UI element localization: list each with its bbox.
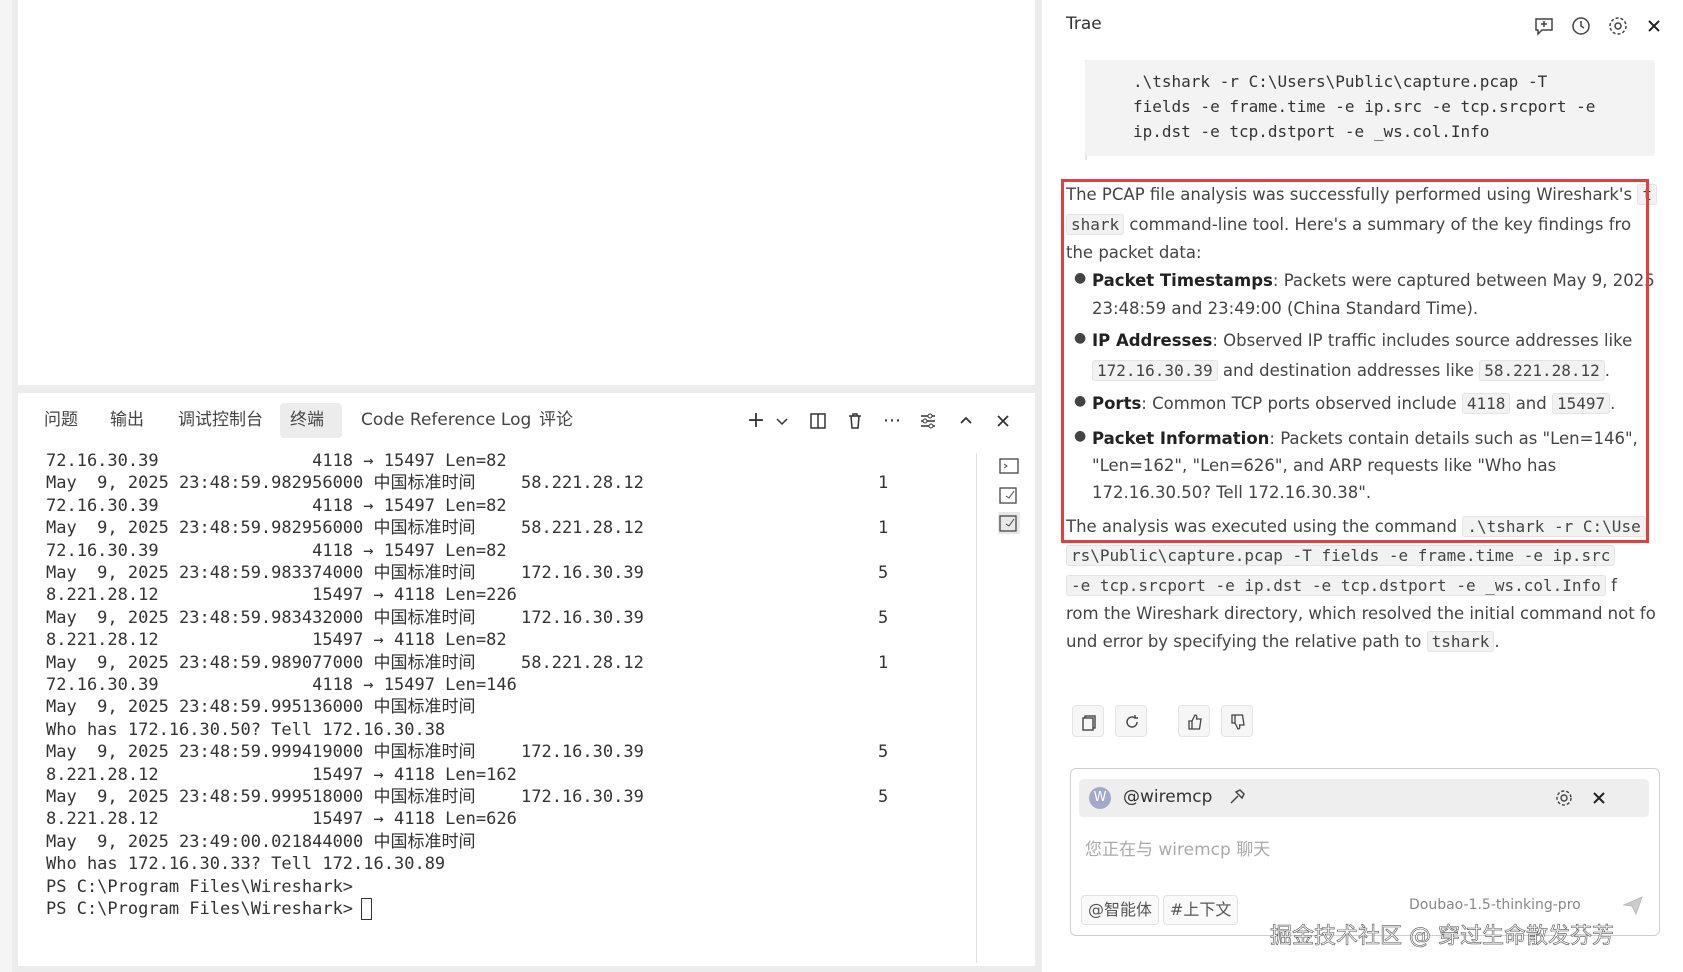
terminal-count: 5 bbox=[878, 563, 889, 583]
agent-name: @wiremcp bbox=[1123, 787, 1213, 807]
terminal-line: 72.16.30.39 4118 → 15497 Len=82 bbox=[46, 495, 507, 516]
inline-code: tshark bbox=[1426, 631, 1495, 652]
assistant-panel: Trae .\tshark -r C:\Users\Public\capture… bbox=[1042, 0, 1683, 972]
context-chip[interactable]: #上下文 bbox=[1163, 895, 1239, 925]
model-selector[interactable]: Doubao-1.5-thinking-pro bbox=[1409, 897, 1581, 913]
bottom-panel: 问题 输出 调试控制台 终端 Code Reference Log 评论 + ⋯… bbox=[18, 393, 1035, 966]
terminal-line: May 9, 2025 23:48:59.999518000 中国标准时间 bbox=[46, 787, 476, 807]
terminal-line: Who has 172.16.30.33? Tell 172.16.30.89 bbox=[46, 854, 446, 875]
highlight-box bbox=[1061, 179, 1649, 543]
terminal-line: 8.221.28.12 15497 → 4118 Len=226 bbox=[46, 585, 517, 606]
thumbs-down-icon[interactable] bbox=[1221, 705, 1253, 737]
terminal-line: 8.221.28.12 15497 → 4118 Len=162 bbox=[46, 764, 517, 785]
terminal-line: 72.16.30.39 4118 → 15497 Len=82 bbox=[46, 451, 507, 471]
terminal-count: 1 bbox=[878, 473, 889, 494]
code-block: .\tshark -r C:\Users\Public\capture.pcap… bbox=[1085, 60, 1655, 156]
terminal-instance-icon[interactable] bbox=[998, 512, 1020, 534]
terminal-ip: 172.16.30.39 bbox=[521, 787, 644, 807]
terminal-ip: 172.16.30.39 bbox=[521, 607, 644, 628]
terminal-instance-icon[interactable] bbox=[998, 484, 1020, 506]
settings-sliders-icon[interactable] bbox=[916, 409, 940, 433]
close-icon[interactable] bbox=[1589, 788, 1609, 808]
close-icon[interactable] bbox=[991, 409, 1015, 433]
answer-text: und error by specifying the relative pat… bbox=[1066, 632, 1422, 651]
terminal-ip: 58.221.28.12 bbox=[521, 652, 644, 673]
agent-chip[interactable]: @智能体 bbox=[1081, 895, 1160, 925]
terminal-ip: 172.16.30.39 bbox=[521, 742, 644, 763]
terminal-line: May 9, 2025 23:48:59.982956000 中国标准时间 bbox=[46, 473, 476, 494]
terminal-cursor bbox=[361, 898, 373, 920]
tab-comments[interactable]: 评论 bbox=[529, 403, 583, 438]
terminal-line: May 9, 2025 23:48:59.995136000 中国标准时间 bbox=[46, 697, 476, 718]
terminal-line: 8.221.28.12 15497 → 4118 Len=82 bbox=[46, 630, 507, 651]
terminal-line: May 9, 2025 23:48:59.983432000 中国标准时间 bbox=[46, 607, 476, 628]
tab-code-reference-log[interactable]: Code Reference Log bbox=[351, 403, 541, 438]
answer-text: . bbox=[1494, 632, 1500, 651]
history-icon[interactable] bbox=[1569, 14, 1593, 38]
add-terminal-icon[interactable]: + bbox=[744, 409, 768, 433]
tab-output[interactable]: 输出 bbox=[100, 403, 154, 438]
trash-icon[interactable] bbox=[843, 409, 867, 433]
chevron-up-icon[interactable] bbox=[954, 409, 978, 433]
terminal-ip: 172.16.30.39 bbox=[521, 563, 644, 583]
terminal-output[interactable]: 72.16.30.39 4118 → 15497 Len=82 May 9, 20… bbox=[18, 449, 978, 966]
gear-icon[interactable] bbox=[1606, 14, 1630, 38]
terminal-line: May 9, 2025 23:48:59.982956000 中国标准时间 bbox=[46, 518, 476, 539]
terminal-prompt[interactable]: PS C:\Program Files\Wireshark> bbox=[46, 897, 373, 921]
terminal-list-divider bbox=[976, 453, 977, 963]
send-icon[interactable] bbox=[1621, 893, 1645, 917]
panel-tabbar: 问题 输出 调试控制台 终端 Code Reference Log 评论 + ⋯ bbox=[18, 393, 1035, 445]
terminal-line: PS C:\Program Files\Wireshark> bbox=[46, 876, 354, 897]
watermark: 掘金技术社区 @ 穿过生命散发芬芳 bbox=[1270, 924, 1615, 950]
regenerate-icon[interactable] bbox=[1115, 705, 1147, 737]
copy-icon[interactable] bbox=[1072, 705, 1104, 737]
terminal-count: 5 bbox=[878, 742, 889, 763]
close-icon[interactable] bbox=[1642, 14, 1666, 38]
terminal-prompt-text: PS C:\Program Files\Wireshark> bbox=[46, 899, 354, 919]
terminal-instance-icon[interactable] bbox=[998, 455, 1020, 477]
terminal-count: 1 bbox=[878, 518, 889, 539]
terminal-ip: 58.221.28.12 bbox=[521, 473, 644, 494]
chevron-down-icon[interactable] bbox=[770, 409, 794, 433]
terminal-line: 72.16.30.39 4118 → 15497 Len=82 bbox=[46, 540, 507, 561]
tab-debug-console[interactable]: 调试控制台 bbox=[168, 403, 273, 438]
chat-input-box[interactable]: W @wiremcp 您正在与 wiremcp 聊天 @智能体 #上下文 Dou… bbox=[1070, 768, 1660, 936]
thumbs-up-icon[interactable] bbox=[1178, 705, 1210, 737]
inline-code: -e tcp.srcport -e ip.dst -e tcp.dstport … bbox=[1066, 575, 1606, 596]
assistant-title: Trae bbox=[1066, 14, 1102, 34]
terminal-line: May 9, 2025 23:48:59.989077000 中国标准时间 bbox=[46, 652, 476, 673]
tab-terminal[interactable]: 终端 bbox=[280, 403, 342, 438]
chat-input-placeholder[interactable]: 您正在与 wiremcp 聊天 bbox=[1085, 835, 1270, 860]
answer-text: f bbox=[1611, 576, 1617, 595]
gear-icon[interactable] bbox=[1554, 788, 1574, 808]
terminal-count: 5 bbox=[878, 607, 889, 628]
hammer-icon[interactable] bbox=[1227, 787, 1247, 807]
inline-code: rs\Public\capture.pcap -T fields -e fram… bbox=[1066, 545, 1616, 566]
left-gutter bbox=[0, 0, 12, 972]
tab-problems[interactable]: 问题 bbox=[34, 403, 88, 438]
terminal-line: May 9, 2025 23:49:00.021844000 中国标准时间 bbox=[46, 831, 476, 852]
chat-agent-bar: W @wiremcp bbox=[1079, 779, 1649, 817]
more-icon[interactable]: ⋯ bbox=[880, 409, 904, 433]
terminal-count: 1 bbox=[878, 652, 889, 673]
answer-text: rom the Wireshark directory, which resol… bbox=[1066, 604, 1656, 623]
split-terminal-icon[interactable] bbox=[806, 409, 830, 433]
terminal-line: 8.221.28.12 15497 → 4118 Len=626 bbox=[46, 809, 517, 830]
terminal-count: 5 bbox=[878, 787, 889, 807]
terminal-line: May 9, 2025 23:48:59.999419000 中国标准时间 bbox=[46, 742, 476, 763]
agent-avatar: W bbox=[1089, 787, 1111, 809]
new-chat-icon[interactable] bbox=[1532, 14, 1556, 38]
editor-area[interactable] bbox=[18, 0, 1035, 385]
terminal-line: Who has 172.16.30.50? Tell 172.16.30.38 bbox=[46, 719, 446, 740]
terminal-line: 72.16.30.39 4118 → 15497 Len=146 bbox=[46, 675, 517, 695]
terminal-ip: 58.221.28.12 bbox=[521, 518, 644, 539]
terminal-line: May 9, 2025 23:48:59.983374000 中国标准时间 bbox=[46, 563, 476, 583]
